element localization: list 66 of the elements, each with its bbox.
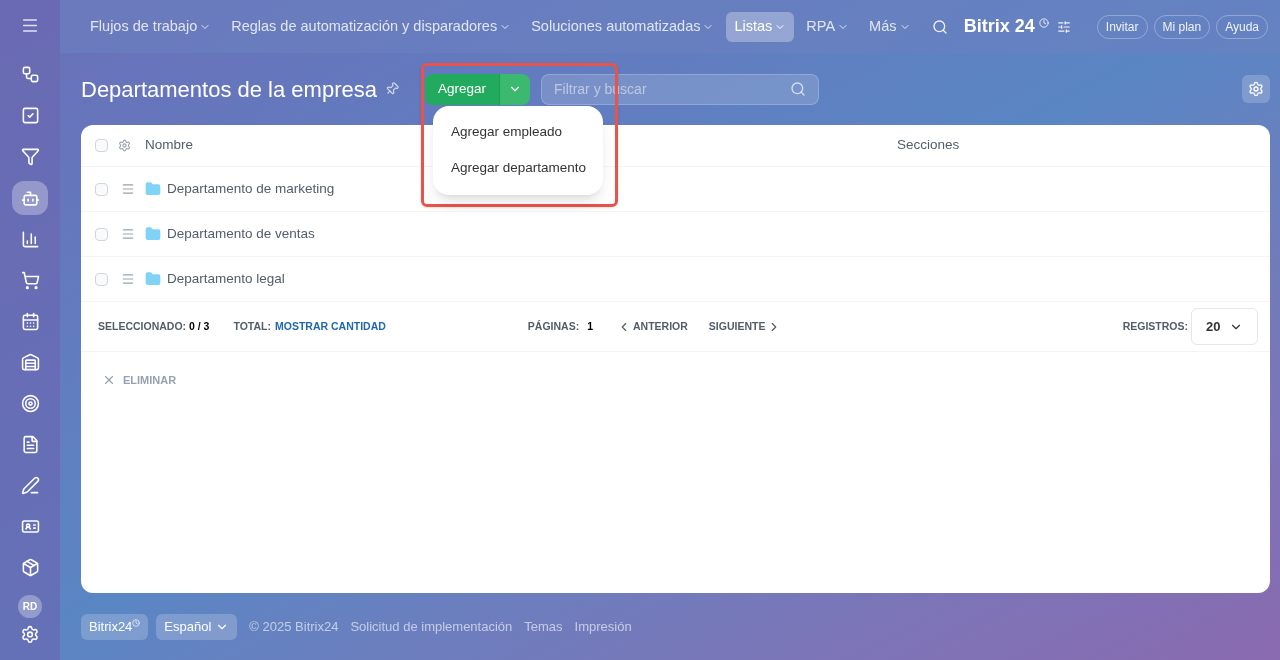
sidebar-item[interactable] bbox=[12, 181, 48, 216]
page-number: 1 bbox=[587, 318, 593, 334]
page-title: Departamentos de la empresa bbox=[81, 75, 377, 104]
folder-icon bbox=[145, 181, 161, 197]
delete-button[interactable]: ELIMINAR bbox=[102, 372, 177, 389]
nav-tab[interactable]: RPA bbox=[798, 11, 858, 42]
selected-count: SELECCIONADO: 0 / 3 bbox=[98, 318, 210, 334]
footer-link[interactable]: Solicitud de implementación bbox=[350, 617, 513, 637]
settings-button[interactable] bbox=[1242, 75, 1270, 103]
search-icon[interactable] bbox=[931, 18, 948, 35]
nav-tab[interactable]: Flujos de trabajo bbox=[82, 11, 220, 42]
nav-tab[interactable]: Más bbox=[861, 11, 919, 42]
clock-icon bbox=[132, 619, 141, 627]
drag-handle-icon[interactable] bbox=[121, 227, 135, 241]
calendar-icon bbox=[20, 311, 40, 331]
previous-button[interactable]: ANTERIOR bbox=[617, 318, 688, 335]
records-label: REGISTROS: bbox=[1122, 318, 1188, 334]
brand-button[interactable]: Bitrix24 bbox=[81, 614, 149, 640]
nav-tab[interactable]: Listas bbox=[726, 11, 795, 42]
clock-icon bbox=[1038, 17, 1049, 28]
logo: Bitrix 24 bbox=[963, 15, 1035, 38]
column-header[interactable]: Secciones bbox=[897, 135, 960, 156]
document-icon bbox=[20, 434, 40, 454]
add-button[interactable]: Agregar bbox=[424, 73, 499, 105]
row-checkbox[interactable] bbox=[95, 227, 108, 241]
add-dropdown-button[interactable] bbox=[498, 73, 530, 105]
total-label: TOTAL: bbox=[233, 318, 271, 334]
nav-tab[interactable]: Reglas de automatización y disparadores bbox=[223, 11, 520, 42]
robot-icon bbox=[20, 188, 40, 208]
target-icon bbox=[20, 393, 40, 413]
sliders-icon[interactable] bbox=[1056, 19, 1071, 34]
menu-item[interactable]: Agregar empleado bbox=[433, 114, 603, 151]
drag-handle-icon[interactable] bbox=[121, 272, 135, 286]
pages-label: PÁGINAS: bbox=[527, 318, 580, 334]
cart-icon bbox=[20, 270, 40, 290]
table-cell[interactable]: Departamento legal bbox=[167, 268, 285, 290]
user-avatar[interactable]: RD bbox=[18, 595, 42, 618]
nav-tab[interactable]: Soluciones automatizadas bbox=[523, 11, 723, 42]
menu-item[interactable]: Agregar departamento bbox=[433, 150, 603, 187]
next-button[interactable]: SIGUIENTE bbox=[708, 318, 782, 335]
funnel-icon bbox=[20, 147, 40, 167]
table-cell[interactable]: Departamento de marketing bbox=[167, 178, 335, 200]
warehouse-icon bbox=[20, 352, 40, 372]
select-all-checkbox[interactable] bbox=[95, 139, 108, 152]
settings-icon bbox=[1248, 81, 1264, 97]
drag-handle-icon[interactable] bbox=[121, 182, 135, 196]
folder-icon bbox=[145, 226, 161, 242]
nodes-icon bbox=[20, 65, 40, 85]
footer-link[interactable]: Temas bbox=[524, 617, 563, 637]
show-count-link[interactable]: MOSTRAR CANTIDAD bbox=[275, 318, 386, 335]
table-cell[interactable]: Departamento de ventas bbox=[167, 223, 315, 245]
row-checkbox[interactable] bbox=[95, 272, 108, 286]
checkbox-icon bbox=[20, 106, 40, 126]
footer-link[interactable]: © 2025 Bitrix24 bbox=[249, 617, 339, 637]
menu-icon[interactable] bbox=[20, 16, 40, 35]
language-select[interactable]: Español bbox=[156, 614, 238, 640]
row-checkbox[interactable] bbox=[95, 182, 108, 196]
records-select[interactable]: 20 bbox=[1191, 308, 1258, 345]
bar-chart-icon bbox=[20, 229, 40, 249]
package-icon bbox=[20, 557, 40, 577]
settings-icon[interactable] bbox=[20, 625, 40, 644]
gear-icon[interactable] bbox=[118, 139, 131, 152]
folder-icon bbox=[145, 271, 161, 287]
search-icon[interactable] bbox=[789, 81, 806, 97]
footer-link[interactable]: Impresión bbox=[574, 617, 632, 637]
pen-icon bbox=[20, 475, 40, 495]
